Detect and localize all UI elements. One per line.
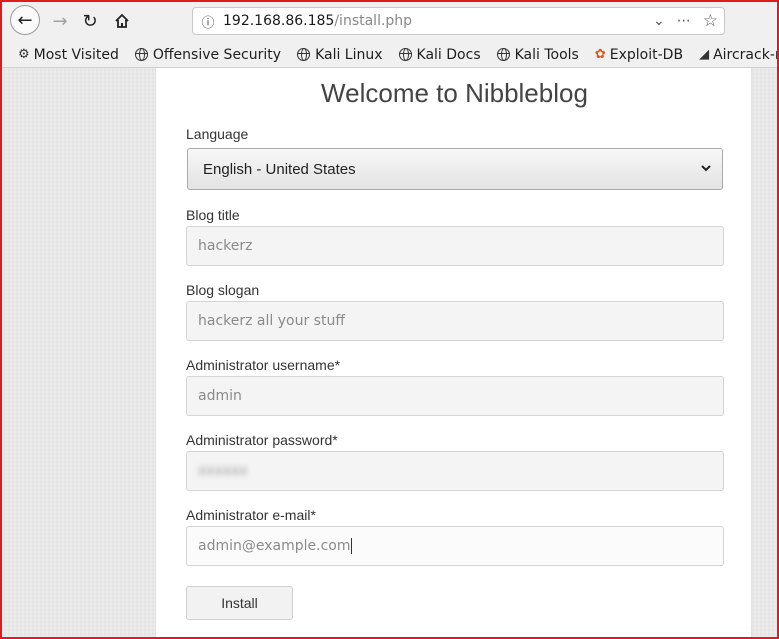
- url-path: /install.php: [334, 13, 413, 29]
- language-select[interactable]: English - United States: [187, 148, 723, 190]
- more-actions-icon[interactable]: ⋯: [677, 13, 691, 29]
- admin-email-value: admin@example.com: [198, 538, 351, 554]
- gear-icon: ⚙: [18, 47, 30, 62]
- arrow-left-icon: ←: [17, 9, 33, 31]
- page-title: Welcome to Nibbleblog: [321, 78, 588, 108]
- bookmark-label: Kali Tools: [514, 46, 579, 63]
- aircrack-icon: ◢: [699, 47, 710, 62]
- home-button[interactable]: [108, 7, 136, 35]
- page-content: Welcome to Nibbleblog Language English -…: [0, 68, 779, 639]
- url-host: 192.168.86.185: [223, 13, 335, 29]
- chevron-down-icon: [701, 165, 711, 172]
- address-bar[interactable]: ⓘ 192.168.86.185/install.php ⌄ ⋯ ☆: [192, 7, 725, 35]
- bookmark-offensive-security[interactable]: Offensive Security: [134, 46, 282, 63]
- info-icon[interactable]: ⓘ: [193, 12, 223, 31]
- arrow-right-icon: →: [52, 10, 68, 32]
- bookmarks-bar: ⚙ Most Visited Offensive Security Kali L…: [0, 42, 779, 68]
- globe-icon: [297, 48, 311, 61]
- language-value: English - United States: [203, 160, 356, 178]
- exploit-db-icon: ✿: [594, 47, 606, 62]
- text-caret: [351, 538, 353, 554]
- admin-password-label: Administrator password*: [186, 432, 338, 448]
- bookmark-kali-linux[interactable]: Kali Linux: [297, 46, 383, 63]
- admin-username-value: admin: [198, 388, 242, 404]
- blog-title-label: Blog title: [186, 207, 240, 223]
- bookmark-label: Exploit-DB: [609, 46, 684, 63]
- admin-password-input[interactable]: xxxxxx: [186, 451, 724, 491]
- bookmark-label: Kali Linux: [315, 46, 383, 63]
- reload-button[interactable]: ↻: [76, 7, 104, 35]
- install-button[interactable]: Install: [186, 586, 293, 620]
- star-icon[interactable]: ☆: [703, 11, 718, 31]
- install-panel: Welcome to Nibbleblog Language English -…: [155, 68, 752, 639]
- admin-password-value: xxxxxx: [198, 463, 248, 479]
- browser-toolbar: ← → ↻ ⓘ 192.168.86.185/install.php ⌄ ⋯ ☆: [0, 0, 779, 42]
- forward-button[interactable]: →: [46, 7, 74, 35]
- bookmark-kali-tools[interactable]: Kali Tools: [496, 46, 579, 63]
- back-button[interactable]: ←: [10, 5, 40, 35]
- blog-title-value: hackerz: [198, 238, 253, 254]
- blog-slogan-value: hackerz all your stuff: [198, 313, 345, 329]
- bookmark-label: Kali Docs: [416, 46, 481, 63]
- blog-title-input[interactable]: hackerz: [186, 226, 724, 266]
- admin-email-label: Administrator e-mail*: [186, 507, 316, 523]
- globe-icon: [134, 48, 148, 61]
- globe-icon: [496, 48, 510, 61]
- bookmark-exploit-db[interactable]: ✿ Exploit-DB: [595, 47, 683, 63]
- reload-icon: ↻: [82, 10, 98, 32]
- bookmark-label: Aircrack-ng: [713, 46, 779, 63]
- bookmark-label: Offensive Security: [152, 46, 282, 63]
- home-icon: [115, 13, 129, 28]
- globe-icon: [398, 48, 412, 61]
- bookmark-label: Most Visited: [33, 46, 119, 63]
- bookmark-kali-docs[interactable]: Kali Docs: [398, 46, 481, 63]
- language-label: Language: [186, 126, 249, 142]
- admin-username-input[interactable]: admin: [186, 376, 724, 416]
- admin-username-label: Administrator username*: [186, 357, 341, 373]
- bookmark-most-visited[interactable]: ⚙ Most Visited: [18, 47, 119, 63]
- admin-email-input[interactable]: admin@example.com: [186, 526, 724, 566]
- chevron-down-icon[interactable]: ⌄: [653, 13, 665, 29]
- bookmark-aircrack-ng[interactable]: ◢ Aircrack-ng: [699, 47, 779, 63]
- blog-slogan-input[interactable]: hackerz all your stuff: [186, 301, 724, 341]
- blog-slogan-label: Blog slogan: [186, 282, 260, 298]
